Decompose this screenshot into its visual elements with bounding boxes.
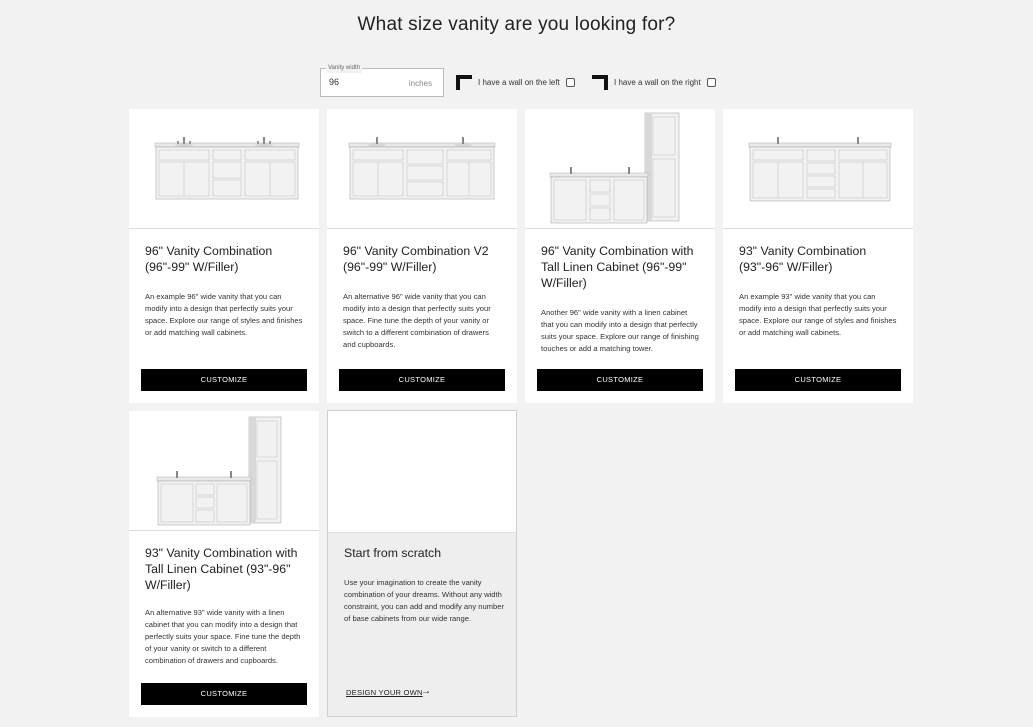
customize-button[interactable]: CUSTOMIZE	[339, 369, 505, 391]
wall-left-checkbox[interactable]	[566, 78, 575, 87]
scratch-title: Start from scratch	[344, 546, 442, 560]
page-title: What size vanity are you looking for?	[357, 14, 676, 35]
card-description: An example 93" wide vanity that you can …	[739, 292, 897, 337]
wall-right-icon	[592, 75, 608, 90]
wall-left-icon	[456, 75, 472, 90]
double-vanity-image	[723, 109, 913, 229]
card-title: 93" Vanity Combination with Tall Linen C…	[145, 546, 298, 592]
card-description: An alternative 96" wide vanity that you …	[343, 292, 491, 349]
vanity-width-label: Vanity width	[326, 63, 362, 73]
vanity-card: 93" Vanity Combination with Tall Linen C…	[129, 411, 319, 717]
scratch-description: Use your imagination to create the vanit…	[344, 578, 504, 623]
vanity-width-field[interactable]: Vanity width inches	[320, 63, 444, 97]
vanity-with-linen-tower-image	[525, 109, 715, 229]
card-description: An example 96" wide vanity that you can …	[145, 292, 303, 337]
vanity-card: 96" Vanity Combination (96"-99" W/Filler…	[129, 109, 319, 403]
vanity-card: 96" Vanity Combination V2 (96"-99" W/Fil…	[327, 109, 517, 403]
customize-button[interactable]: CUSTOMIZE	[537, 369, 703, 391]
card-description: An alternative 93" wide vanity with a li…	[145, 608, 301, 665]
arrow-right-icon: →	[421, 686, 431, 697]
card-title: 96" Vanity Combination (96"-99" W/Filler…	[145, 244, 273, 274]
customize-button[interactable]: CUSTOMIZE	[141, 683, 307, 705]
vanity-with-linen-tower-image	[129, 411, 319, 531]
scratch-card-image	[328, 411, 516, 533]
customize-button[interactable]: CUSTOMIZE	[735, 369, 901, 391]
wall-right-label: I have a wall on the right	[614, 78, 701, 87]
double-vanity-image	[327, 109, 517, 229]
vanity-width-unit: inches	[408, 79, 432, 88]
double-vanity-image	[129, 109, 319, 229]
card-description: Another 96" wide vanity with a linen cab…	[541, 308, 699, 353]
card-title: 96" Vanity Combination V2 (96"-99" W/Fil…	[343, 244, 489, 274]
wall-left-label: I have a wall on the left	[478, 78, 560, 87]
customize-button[interactable]: CUSTOMIZE	[141, 369, 307, 391]
card-title: 96" Vanity Combination with Tall Linen C…	[541, 244, 694, 290]
card-title: 93" Vanity Combination (93"-96" W/Filler…	[739, 244, 867, 274]
wall-right-checkbox[interactable]	[707, 78, 716, 87]
filter-controls: Vanity width inches I have a wall on the…	[0, 63, 1033, 98]
vanity-card: 96" Vanity Combination with Tall Linen C…	[525, 109, 715, 403]
start-from-scratch-card[interactable]: Start from scratch Use your imagination …	[327, 410, 517, 717]
vanity-width-input[interactable]	[329, 77, 399, 87]
design-your-own-link[interactable]: DESIGN YOUR OWN	[346, 688, 423, 697]
vanity-card: 93" Vanity Combination (93"-96" W/Filler…	[723, 109, 913, 403]
